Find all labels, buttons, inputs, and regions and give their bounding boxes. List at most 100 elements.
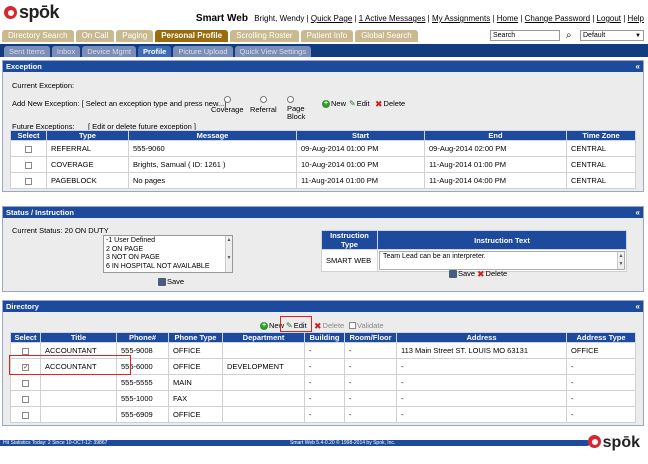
header: spōk Smart Web Bright, Wendy | Quick Pag… [0, 0, 648, 44]
table-row[interactable]: 555-6909 OFFICE - - - - [10, 406, 636, 423]
tab-picture-upload[interactable]: Picture Upload [173, 46, 233, 57]
chevron-down-icon: ▼ [635, 33, 641, 39]
main-tabs: Directory Search On Call Paging Personal… [2, 30, 418, 42]
row-checkbox[interactable] [25, 177, 32, 185]
exception-new-button[interactable]: + New [322, 99, 346, 108]
current-exception-label: Current Exception: [12, 81, 75, 90]
tab-on-call[interactable]: On Call [75, 30, 115, 42]
row-checkbox[interactable] [22, 395, 29, 403]
exception-delete-button[interactable]: ✖ Delete [375, 99, 405, 108]
validate-checkbox[interactable] [349, 322, 356, 329]
radio-coverage[interactable]: Coverage [211, 96, 244, 114]
col-time-zone: Time Zone [566, 130, 636, 141]
col-address-type: Address Type [566, 332, 636, 343]
sub-tabs: Sent Items Inbox Device Mgmt Profile Pic… [0, 44, 648, 57]
col-select: Select [10, 130, 47, 141]
default-select[interactable]: Default ▼ [580, 30, 644, 41]
add-exception-label: Add New Exception: [ Select an exception… [12, 99, 227, 108]
app-name: Smart Web [195, 13, 248, 24]
tab-profile[interactable]: Profile [137, 46, 172, 57]
exception-panel-header: Exception « [3, 61, 643, 72]
top-bar: Smart Web Bright, Wendy | Quick Page | 1… [195, 13, 644, 24]
radio-pageblock-button[interactable] [287, 96, 294, 103]
row-checkbox[interactable] [22, 379, 29, 387]
tab-directory-search[interactable]: Directory Search [2, 30, 74, 42]
directory-delete-button[interactable]: ✖ Delete [314, 321, 344, 330]
list-item[interactable]: 3 NOT ON PAGE [106, 254, 230, 263]
table-row[interactable]: 555-1000 FAX - - - - [10, 390, 636, 407]
highlight-edit-button [280, 316, 312, 332]
link-change-password[interactable]: Change Password [525, 14, 590, 23]
status-panel-header: Status / Instruction « [3, 207, 643, 218]
add-icon: + [322, 99, 330, 108]
tab-patient-info[interactable]: Patient Info [300, 30, 354, 42]
tab-inbox[interactable]: Inbox [51, 46, 81, 57]
status-save-button[interactable]: Save [158, 277, 184, 286]
table-row[interactable]: COVERAGE Brights, Samual ( ID: 1261 ) 10… [10, 156, 636, 173]
search-input[interactable]: Search [490, 30, 560, 41]
table-row[interactable]: 555-5555 MAIN - - - - [10, 374, 636, 391]
radio-page-block[interactable]: Page Block [287, 96, 313, 121]
link-active-messages[interactable]: 1 Active Messages [359, 14, 426, 23]
collapse-icon[interactable]: « [636, 207, 640, 218]
radio-referral-button[interactable] [259, 96, 267, 103]
row-checkbox[interactable] [22, 411, 29, 419]
tab-scrolling-roster[interactable]: Scrolling Roster [230, 30, 299, 42]
row-checkbox[interactable] [25, 161, 32, 169]
delete-icon: ✖ [375, 98, 383, 109]
table-row[interactable]: REFERRAL 555-9060 09-Aug-2014 01:00 PM 0… [10, 140, 636, 157]
link-quick-page[interactable]: Quick Page [311, 14, 352, 23]
list-item[interactable]: -1 User Defined [106, 237, 230, 246]
instruction-table: Instruction Type Instruction Text SMART … [321, 230, 627, 272]
copyright: Smart Web 5.4-0.20 © 1998-2014 by Spok, … [290, 440, 396, 446]
collapse-icon[interactable]: « [636, 301, 640, 312]
radio-coverage-button[interactable] [223, 96, 231, 103]
col-room-floor: Room/Floor [344, 332, 397, 343]
highlight-selected-row [9, 355, 131, 375]
tab-global-search[interactable]: Global Search [355, 30, 418, 42]
directory-validate-button[interactable]: Validate [349, 321, 384, 330]
list-item[interactable]: 6 IN HOSPITAL NOT AVAILABLE [106, 263, 230, 272]
link-help[interactable]: Help [628, 14, 644, 23]
footer-logo: spōk [587, 434, 640, 452]
tab-paging[interactable]: Paging [116, 30, 154, 42]
link-home[interactable]: Home [497, 14, 518, 23]
scrollbar[interactable]: ▲ ▼ [617, 252, 624, 269]
link-logout[interactable]: Logout [597, 14, 621, 23]
exception-edit-button[interactable]: ✎ Edit [349, 99, 370, 108]
search-icon[interactable]: ⌕ [566, 30, 572, 41]
table-row[interactable]: PAGEBLOCK No pages 11-Aug-2014 01:00 PM … [10, 172, 636, 189]
instruction-text-field[interactable]: Team Lead can be an interpreter. ▲ ▼ [379, 251, 625, 270]
row-checkbox[interactable] [25, 145, 32, 153]
save-icon [449, 269, 457, 278]
col-type: Type [46, 130, 129, 141]
radio-referral[interactable]: Referral [250, 96, 277, 114]
footer-bar: Hit Statistics Today: 2 Since 10-OCT-12:… [0, 440, 590, 446]
instruction-delete-button[interactable]: ✖ Delete [477, 269, 507, 278]
collapse-icon[interactable]: « [636, 61, 640, 72]
spok-logo-icon [587, 435, 601, 448]
list-item[interactable]: 2 ON PAGE [106, 246, 230, 255]
link-my-assignments[interactable]: My Assignments [432, 14, 490, 23]
tab-sent-items[interactable]: Sent Items [4, 46, 50, 57]
spok-logo: spōk [4, 2, 60, 23]
directory-panel-header: Directory « [3, 301, 643, 312]
tab-personal-profile[interactable]: Personal Profile [155, 30, 229, 42]
status-listbox[interactable]: -1 User Defined 2 ON PAGE 3 NOT ON PAGE … [103, 235, 233, 273]
col-instruction-type: Instruction Type [321, 230, 378, 250]
tab-quick-view-settings[interactable]: Quick View Settings [234, 46, 312, 57]
add-icon: + [260, 321, 268, 330]
exception-panel: Exception « Current Exception: Add New Ex… [2, 60, 644, 192]
exception-table: Select Type Message Start End Time Zone … [10, 130, 636, 189]
edit-icon: ✎ [349, 99, 356, 108]
scrollbar[interactable]: ▲ ▼ [225, 236, 232, 272]
delete-icon: ✖ [477, 268, 485, 279]
save-icon [158, 277, 166, 286]
tab-device-mgmt[interactable]: Device Mgmt [82, 46, 136, 57]
col-address: Address [396, 332, 567, 343]
instruction-save-button[interactable]: Save [449, 269, 475, 278]
row-checkbox[interactable] [22, 347, 29, 355]
col-phone: Phone# [116, 332, 169, 343]
col-building: Building [304, 332, 345, 343]
col-phone-type: Phone Type [168, 332, 223, 343]
